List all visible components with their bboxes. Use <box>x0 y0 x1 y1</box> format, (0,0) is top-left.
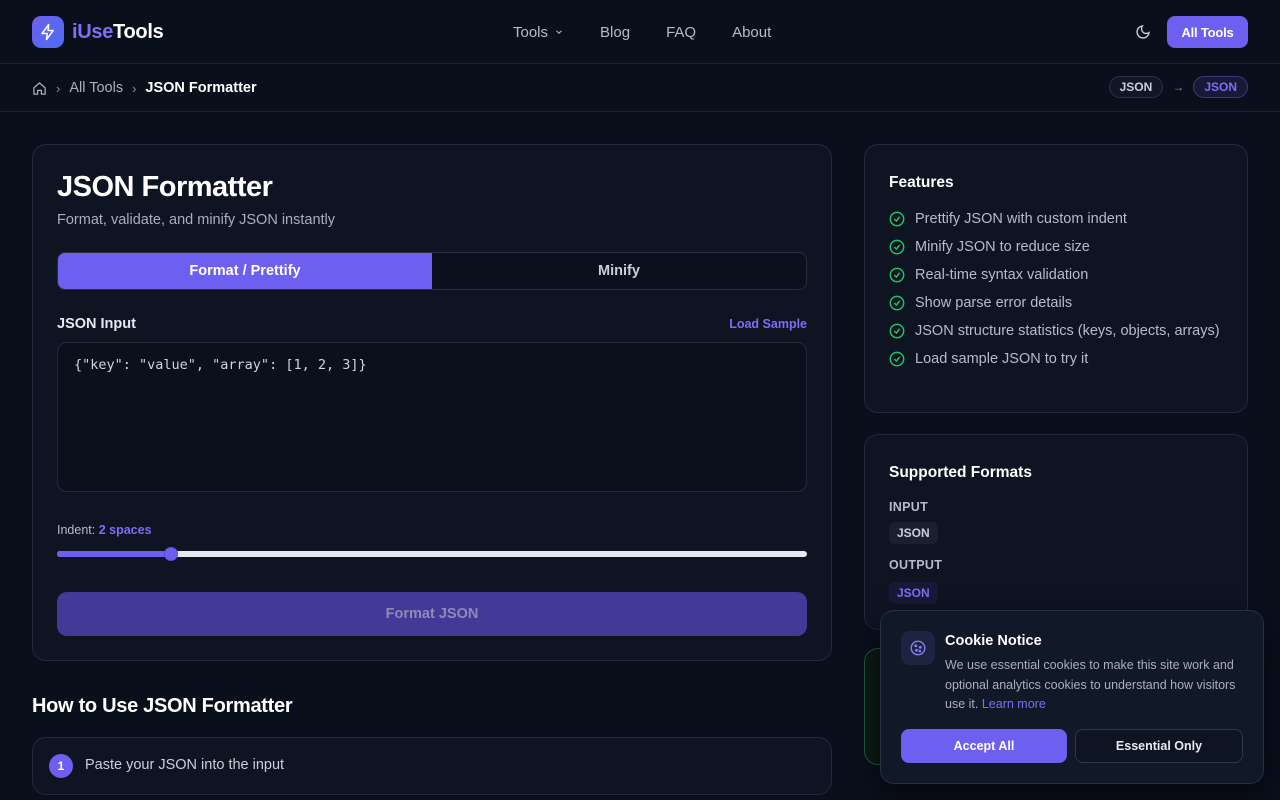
feature-item: Load sample JSON to try it <box>889 349 1229 369</box>
supported-formats-title: Supported Formats <box>889 464 1032 481</box>
features-title: Features <box>889 174 954 191</box>
nav-blog[interactable]: Blog <box>600 24 630 41</box>
check-circle-icon <box>889 211 905 227</box>
load-sample-link[interactable]: Load Sample <box>729 317 807 331</box>
how-to-title: How to Use JSON Formatter <box>32 695 293 717</box>
feature-item: JSON structure statistics (keys, objects… <box>889 321 1229 341</box>
input-format-badge: JSON <box>889 522 938 544</box>
chevron-right-icon: › <box>56 80 61 96</box>
mode-tabs: Format / Prettify Minify <box>57 252 807 290</box>
top-navbar: iUseTools Tools Blog FAQ About All Tools <box>0 0 1280 64</box>
feature-item: Show parse error details <box>889 293 1229 313</box>
to-format-badge: JSON <box>1193 76 1248 98</box>
indent-slider[interactable] <box>57 547 807 561</box>
step-number: 1 <box>49 754 73 778</box>
chevron-right-icon: › <box>132 80 137 96</box>
moon-icon <box>1136 25 1150 39</box>
indent-label-text: Indent: <box>57 523 96 537</box>
learn-more-link[interactable]: Learn more <box>982 697 1046 711</box>
format-json-button[interactable]: Format JSON <box>57 592 807 636</box>
check-circle-icon <box>889 323 905 339</box>
all-tools-button[interactable]: All Tools <box>1167 16 1248 48</box>
json-input-textarea[interactable]: {"key": "value", "array": [1, 2, 3]} <box>57 342 807 492</box>
essential-only-button[interactable]: Essential Only <box>1075 729 1243 763</box>
site-logo[interactable]: iUseTools <box>32 16 164 48</box>
slider-fill <box>57 551 171 557</box>
breadcrumb-current: JSON Formatter <box>145 80 257 96</box>
cookie-text: We use essential cookies to make this si… <box>945 656 1245 715</box>
tab-format-prettify[interactable]: Format / Prettify <box>58 253 432 289</box>
nav-about[interactable]: About <box>732 24 771 41</box>
check-circle-icon <box>889 351 905 367</box>
feature-item: Prettify JSON with custom indent <box>889 209 1229 229</box>
breadcrumb: › All Tools › JSON Formatter <box>32 78 257 98</box>
breadcrumb-bar: › All Tools › JSON Formatter <box>0 64 1280 112</box>
feature-text: Prettify JSON with custom indent <box>915 211 1127 227</box>
cookie-icon <box>901 631 935 665</box>
nav-faq[interactable]: FAQ <box>666 24 696 41</box>
feature-text: Load sample JSON to try it <box>915 351 1089 367</box>
feature-item: Real-time syntax validation <box>889 265 1229 285</box>
site-name: iUseTools <box>72 20 164 44</box>
tool-card: JSON Formatter Format, validate, and min… <box>32 144 832 661</box>
feature-text: Show parse error details <box>915 295 1073 311</box>
output-formats-label: OUTPUT <box>889 558 943 572</box>
json-input-label: JSON Input <box>57 316 136 332</box>
feature-item: Minify JSON to reduce size <box>889 237 1229 257</box>
home-icon[interactable] <box>32 81 47 96</box>
accept-all-button[interactable]: Accept All <box>901 729 1067 763</box>
cookie-title: Cookie Notice <box>945 633 1042 649</box>
page-title: JSON Formatter <box>57 171 273 203</box>
site-name-part1: iUse <box>72 20 114 43</box>
nav-tools[interactable]: Tools <box>513 24 564 41</box>
site-name-part2: Tools <box>113 20 164 43</box>
theme-toggle-button[interactable] <box>1133 22 1153 42</box>
conversion-pills: JSON → JSON <box>1108 76 1248 98</box>
cookie-notice: Cookie Notice We use essential cookies t… <box>880 610 1264 784</box>
main-nav: Tools Blog FAQ About <box>513 0 807 64</box>
output-format-badge: JSON <box>889 582 938 604</box>
breadcrumb-all-tools[interactable]: All Tools <box>69 80 123 96</box>
step-text: Paste your JSON into the input <box>85 757 285 773</box>
feature-text: Minify JSON to reduce size <box>915 239 1090 255</box>
page-subtitle: Format, validate, and minify JSON instan… <box>57 212 336 228</box>
check-circle-icon <box>889 295 905 311</box>
indent-value: 2 spaces <box>98 523 152 537</box>
lightning-icon <box>32 16 64 48</box>
feature-text: JSON structure statistics (keys, objects… <box>915 323 1220 339</box>
arrow-right-icon: → <box>1172 80 1185 94</box>
features-list: Prettify JSON with custom indent Minify … <box>889 209 1229 377</box>
nav-tools-label: Tools <box>513 23 549 41</box>
features-card: Features Prettify JSON with custom inden… <box>864 144 1248 413</box>
supported-formats-card: Supported Formats INPUT JSON OUTPUT JSON <box>864 434 1248 630</box>
feature-text: Real-time syntax validation <box>915 267 1089 283</box>
step-card: 1 Paste your JSON into the input <box>32 737 832 795</box>
tab-minify[interactable]: Minify <box>432 253 806 289</box>
check-circle-icon <box>889 239 905 255</box>
check-circle-icon <box>889 267 905 283</box>
slider-thumb[interactable] <box>164 547 178 561</box>
input-formats-label: INPUT <box>889 500 928 514</box>
from-format-badge: JSON <box>1108 76 1164 98</box>
chevron-down-icon <box>556 30 562 34</box>
indent-label: Indent: 2 spaces <box>57 523 152 537</box>
